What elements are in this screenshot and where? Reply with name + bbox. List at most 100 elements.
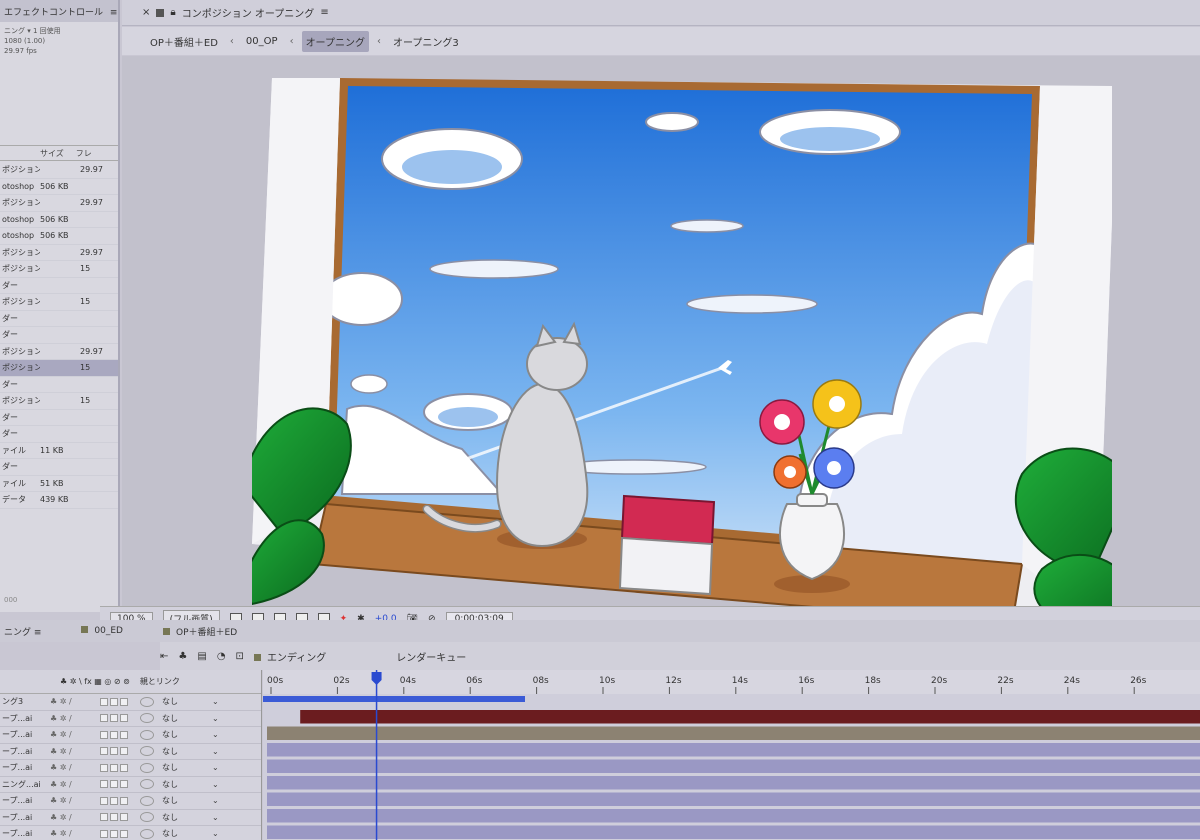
pickwhip-icon[interactable] — [140, 729, 154, 740]
layer-name[interactable]: ープ...ai — [0, 828, 50, 839]
layer-switches[interactable]: ♣ ✲ / — [50, 763, 100, 772]
project-item[interactable]: ポジション 15 — [0, 360, 118, 377]
breadcrumb-item[interactable]: OP＋番組＋ED — [146, 31, 222, 52]
layer-toggles[interactable] — [100, 796, 140, 805]
pickwhip-icon[interactable] — [140, 762, 154, 773]
layer-switches[interactable]: ♣ ✲ / — [50, 829, 100, 838]
layer-switches[interactable]: ♣ ✲ / — [50, 747, 100, 756]
pickwhip-icon[interactable] — [140, 713, 154, 724]
layer-row[interactable]: ープ...ai ♣ ✲ / なし ⌄ — [0, 826, 261, 840]
project-item[interactable]: ァイル 11 KB — [0, 443, 118, 459]
layer-toggles[interactable] — [100, 813, 140, 822]
menu-icon[interactable]: ≡ — [320, 7, 328, 18]
project-item[interactable]: otoshop 506 KB — [0, 228, 118, 245]
project-item[interactable]: ダー — [0, 410, 118, 426]
chevron-down-icon[interactable]: ⌄ — [212, 829, 219, 838]
pickwhip-icon[interactable] — [140, 812, 154, 823]
layer-toggles[interactable] — [100, 697, 140, 706]
graph-editor-icon[interactable]: ⊡ — [236, 651, 244, 662]
layer-toggles[interactable] — [100, 714, 140, 723]
pickwhip-icon[interactable] — [140, 779, 154, 790]
project-item[interactable]: ダー — [0, 426, 118, 443]
project-item[interactable]: ポジション 15 — [0, 294, 118, 311]
layer-toggles[interactable] — [100, 829, 140, 838]
layer-row[interactable]: ング3 ♣ ✲ / なし ⌄ — [0, 694, 261, 711]
layer-name[interactable]: ープ...ai — [0, 713, 50, 724]
shy-icon[interactable]: ♣ — [178, 651, 187, 662]
chevron-down-icon[interactable]: ⌄ — [212, 730, 219, 739]
composition-viewer[interactable] — [122, 56, 1200, 631]
project-item[interactable]: ダー — [0, 459, 118, 476]
timeline-tab[interactable]: OP＋番組＋ED — [163, 625, 237, 638]
parent-select[interactable]: なし — [162, 746, 212, 757]
pickwhip-icon[interactable] — [140, 746, 154, 757]
project-item[interactable]: otoshop 506 KB — [0, 212, 118, 228]
project-item[interactable]: ポジション 15 — [0, 393, 118, 410]
effect-controls-tab[interactable]: エフェクトコントロール ≡ — [0, 0, 118, 22]
layer-row[interactable]: ープ...ai ♣ ✲ / なし ⌄ — [0, 711, 261, 727]
pickwhip-icon[interactable] — [140, 696, 154, 707]
layer-toggles[interactable] — [100, 763, 140, 772]
project-item[interactable]: ダー — [0, 278, 118, 294]
pickwhip-icon[interactable] — [140, 828, 154, 839]
parent-select[interactable]: なし — [162, 812, 212, 823]
composition-tab[interactable]: コンポジション オープニング — [182, 5, 315, 20]
project-item[interactable]: データ 439 KB — [0, 492, 118, 509]
motion-blur-icon[interactable]: ◔ — [217, 651, 226, 662]
project-item[interactable]: ポジション 29.97 — [0, 245, 118, 261]
layer-switches[interactable]: ♣ ✲ / — [50, 714, 100, 723]
layer-row[interactable]: ープ...ai ♣ ✲ / なし ⌄ — [0, 760, 261, 777]
layer-name[interactable]: ープ...ai — [0, 729, 50, 740]
layer-switches[interactable]: ♣ ✲ / — [50, 813, 100, 822]
chevron-down-icon[interactable]: ⌄ — [212, 697, 219, 706]
pickwhip-icon[interactable] — [140, 795, 154, 806]
layer-toggles[interactable] — [100, 747, 140, 756]
chevron-down-icon[interactable]: ⌄ — [212, 763, 219, 772]
frame-blend-icon[interactable]: ▤ — [197, 651, 206, 662]
scene-canvas[interactable] — [240, 64, 1134, 631]
breadcrumb-item[interactable]: オープニング3 — [389, 31, 463, 52]
chevron-down-icon[interactable]: ⌄ — [212, 813, 219, 822]
layer-switches[interactable]: ♣ ✲ / — [50, 796, 100, 805]
layer-name[interactable]: ープ...ai — [0, 746, 50, 757]
project-item[interactable]: otoshop 506 KB — [0, 179, 118, 195]
ending-tab[interactable]: エンディング — [253, 649, 326, 664]
layer-row[interactable]: ープ...ai ♣ ✲ / なし ⌄ — [0, 744, 261, 760]
project-item[interactable]: ポジション 15 — [0, 261, 118, 278]
project-item[interactable]: ァイル 51 KB — [0, 476, 118, 492]
project-item[interactable]: ダー — [0, 377, 118, 393]
parent-select[interactable]: なし — [162, 779, 212, 790]
layer-row[interactable]: ープ...ai ♣ ✲ / なし ⌄ — [0, 727, 261, 744]
layer-switches[interactable]: ♣ ✲ / — [50, 697, 100, 706]
layer-name[interactable]: ープ...ai — [0, 795, 50, 806]
project-item[interactable]: ダー — [0, 311, 118, 327]
layer-row[interactable]: ープ...ai ♣ ✲ / なし ⌄ — [0, 810, 261, 826]
layer-toggles[interactable] — [100, 730, 140, 739]
render-queue-tab[interactable]: レンダーキュー — [396, 649, 466, 664]
layer-switches[interactable]: ♣ ✲ / — [50, 780, 100, 789]
column-fps[interactable]: フレ — [76, 148, 92, 160]
layer-name[interactable]: ニング...ai — [0, 779, 50, 790]
parent-select[interactable]: なし — [162, 729, 212, 740]
solo-icon[interactable]: ⇤ — [160, 651, 168, 662]
layer-row[interactable]: ニング...ai ♣ ✲ / なし ⌄ — [0, 777, 261, 793]
close-icon[interactable]: × — [142, 7, 150, 18]
breadcrumb-item[interactable]: 00_OP — [242, 33, 282, 50]
lock-icon[interactable]: 🔒︎ — [170, 7, 175, 18]
column-size[interactable]: サイズ — [40, 148, 64, 160]
breadcrumb-item-active[interactable]: オープニング — [301, 30, 369, 52]
layer-name[interactable]: ング3 — [0, 696, 50, 707]
parent-select[interactable]: なし — [162, 713, 212, 724]
layer-row[interactable]: ープ...ai ♣ ✲ / なし ⌄ — [0, 793, 261, 810]
project-item[interactable]: ダー — [0, 327, 118, 344]
layer-name[interactable]: ープ...ai — [0, 812, 50, 823]
timeline-tab[interactable]: 00_ED — [81, 626, 123, 636]
timeline-track-area[interactable]: 00s 02s 04s 06s 08s 10s 12s 14s 16s 18s 20s 22s 24s 2… — [263, 670, 1200, 840]
parent-select[interactable]: なし — [162, 696, 212, 707]
chevron-down-icon[interactable]: ⌄ — [212, 780, 219, 789]
project-item[interactable]: ポジション 29.97 — [0, 195, 118, 212]
timeline-tab[interactable]: ニング ≡ — [4, 625, 41, 638]
chevron-down-icon[interactable]: ⌄ — [212, 714, 219, 723]
parent-select[interactable]: なし — [162, 828, 212, 839]
layer-toggles[interactable] — [100, 780, 140, 789]
